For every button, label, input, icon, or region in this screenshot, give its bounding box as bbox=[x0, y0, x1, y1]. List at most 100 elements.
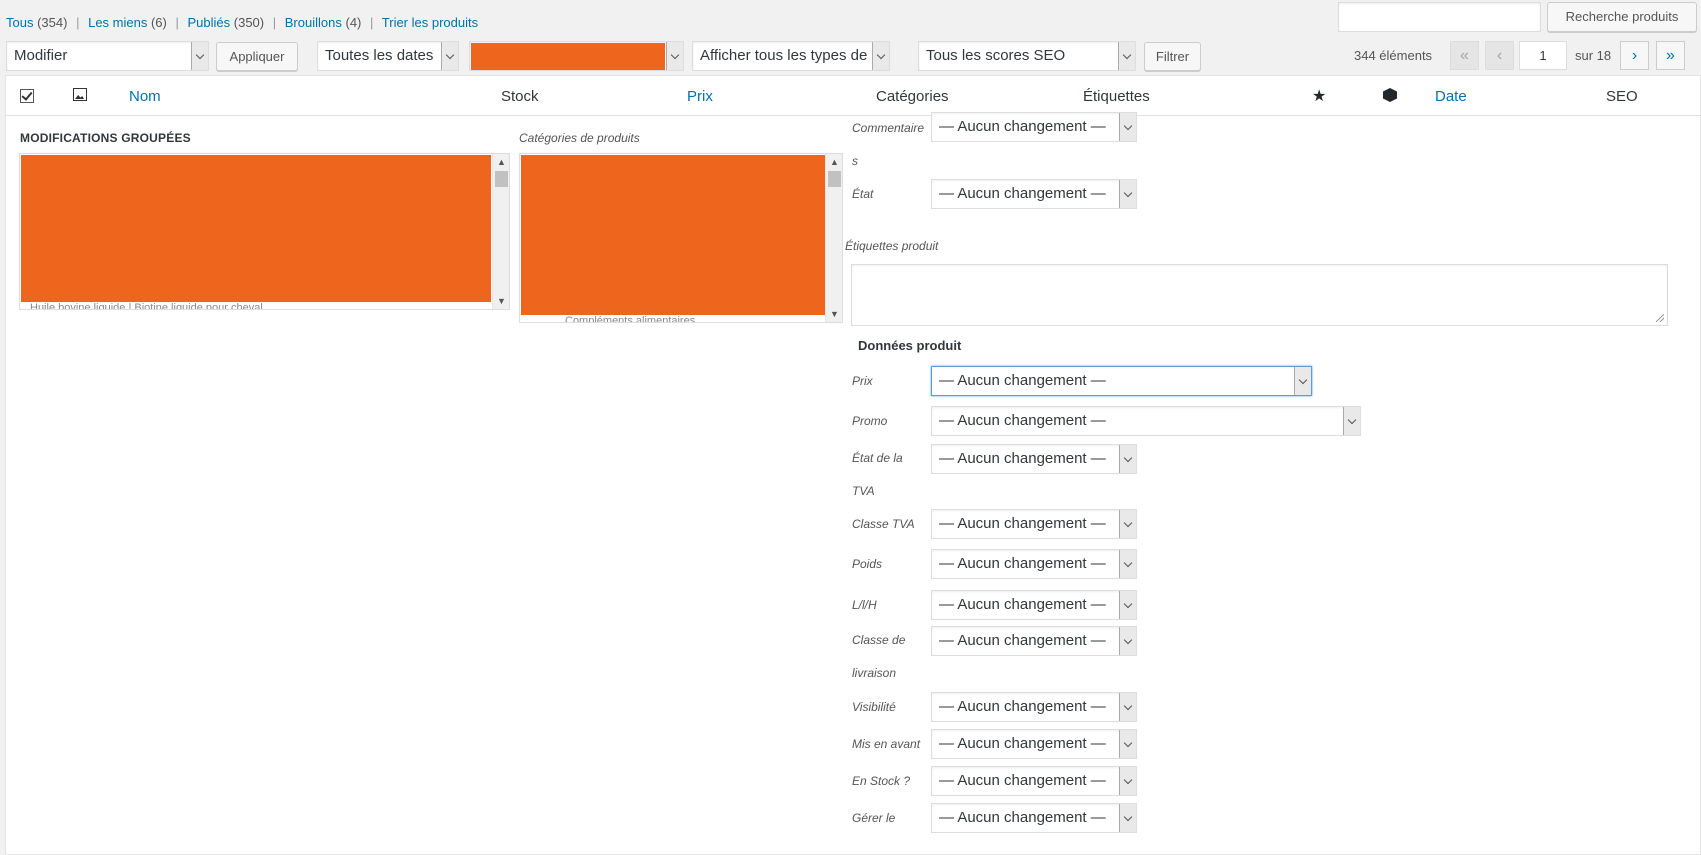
date-filter-value: Toutes les dates bbox=[325, 47, 434, 64]
visibility-select[interactable]: — Aucun changement — bbox=[931, 692, 1137, 722]
chevron-down-icon bbox=[1119, 180, 1136, 208]
chevron-down-icon bbox=[1119, 767, 1136, 795]
product-categories-label: Catégories de produits bbox=[519, 131, 640, 145]
shipping-class-label-line1: Classe de bbox=[852, 633, 906, 647]
sale-select[interactable]: — Aucun changement — bbox=[931, 406, 1361, 436]
chevron-down-icon bbox=[1119, 445, 1136, 473]
redacted-product-list bbox=[21, 155, 491, 302]
featured-select[interactable]: — Aucun changement — bbox=[931, 729, 1137, 759]
resize-grip-icon[interactable] bbox=[1656, 314, 1664, 322]
categories-scrollbar[interactable]: ▲ ▼ bbox=[825, 154, 842, 322]
chevron-down-icon bbox=[1119, 627, 1136, 655]
select-all-checkbox[interactable] bbox=[20, 89, 34, 103]
chevron-down-icon bbox=[666, 42, 683, 70]
product-tags-textarea[interactable] bbox=[851, 264, 1668, 326]
chevron-down-icon bbox=[872, 42, 889, 70]
chevron-down-icon bbox=[1294, 367, 1311, 395]
search-products-button[interactable]: Recherche produits bbox=[1547, 2, 1697, 32]
redacted-category-value bbox=[471, 43, 665, 70]
scroll-down-icon[interactable]: ▼ bbox=[493, 293, 509, 309]
last-page-button[interactable]: » bbox=[1656, 41, 1685, 70]
column-stock: Stock bbox=[501, 88, 539, 105]
dimensions-select[interactable]: — Aucun changement — bbox=[931, 590, 1137, 620]
separator: | bbox=[76, 15, 80, 30]
view-published-count: (350) bbox=[233, 15, 265, 30]
chevron-down-icon bbox=[1119, 113, 1136, 141]
search-input[interactable] bbox=[1338, 2, 1541, 32]
scroll-down-icon[interactable]: ▼ bbox=[826, 306, 842, 322]
items-count: 344 éléments bbox=[1354, 48, 1433, 63]
seo-score-filter-value: Tous les scores SEO bbox=[926, 47, 1066, 64]
chevron-down-icon bbox=[1119, 804, 1136, 832]
apply-button[interactable]: Appliquer bbox=[216, 42, 298, 71]
visibility-label: Visibilité bbox=[852, 700, 896, 714]
column-date[interactable]: Date bbox=[1435, 88, 1467, 105]
shipping-class-label: Classe de livraison bbox=[852, 624, 905, 690]
seo-score-filter-select[interactable]: Tous les scores SEO bbox=[918, 41, 1136, 71]
product-list-peek: Huile bovine liquide | Biotine liquide p… bbox=[30, 302, 263, 309]
product-tags-label: Étiquettes produit bbox=[845, 239, 939, 253]
column-seo: SEO bbox=[1606, 88, 1638, 105]
next-page-button[interactable]: › bbox=[1620, 41, 1649, 70]
scroll-up-icon[interactable]: ▲ bbox=[493, 154, 509, 170]
selected-products-list[interactable]: Huile bovine liquide | Biotine liquide p… bbox=[19, 153, 510, 310]
in-stock-value: — Aucun changement — bbox=[939, 772, 1106, 789]
view-drafts-count: (4) bbox=[345, 15, 362, 30]
status-label: État bbox=[852, 187, 874, 201]
separator: | bbox=[175, 15, 179, 30]
comments-label: Commentaire s bbox=[852, 112, 924, 178]
sale-label: Promo bbox=[852, 414, 888, 428]
product-type-filter-select[interactable]: Afficher tous les types de pro bbox=[692, 41, 890, 71]
comments-select[interactable]: — Aucun changement — bbox=[931, 112, 1137, 142]
featured-star-icon: ★ bbox=[1312, 88, 1327, 105]
view-all-link[interactable]: Tous bbox=[6, 15, 33, 30]
column-name[interactable]: Nom bbox=[129, 88, 161, 105]
tax-status-label: État de la TVA bbox=[852, 442, 903, 508]
manage-stock-select[interactable]: — Aucun changement — bbox=[931, 803, 1137, 833]
scroll-thumb[interactable] bbox=[495, 171, 508, 187]
sort-products-link[interactable]: Trier les produits bbox=[382, 15, 478, 30]
weight-label: Poids bbox=[852, 557, 883, 571]
column-price[interactable]: Prix bbox=[687, 88, 713, 105]
current-page-input[interactable]: 1 bbox=[1519, 41, 1567, 70]
date-filter-select[interactable]: Toutes les dates bbox=[317, 41, 459, 71]
shipping-class-label-line2: livraison bbox=[852, 666, 897, 680]
prev-page-button[interactable]: ‹ bbox=[1485, 41, 1514, 70]
view-drafts-link[interactable]: Brouillons bbox=[285, 15, 342, 30]
visibility-value: — Aucun changement — bbox=[939, 698, 1106, 715]
category-filter-select[interactable] bbox=[469, 41, 684, 71]
redacted-category-list bbox=[521, 155, 826, 315]
product-categories-checklist[interactable]: Compléments alimentaires ▲ ▼ bbox=[519, 153, 843, 323]
scroll-thumb[interactable] bbox=[828, 171, 841, 187]
chevron-down-icon bbox=[1119, 693, 1136, 721]
in-stock-select[interactable]: — Aucun changement — bbox=[931, 766, 1137, 796]
price-select[interactable]: — Aucun changement — bbox=[931, 366, 1312, 396]
tax-class-value: — Aucun changement — bbox=[939, 515, 1106, 532]
products-table: Nom Stock Prix Catégories Étiquettes ★ D… bbox=[5, 75, 1701, 855]
image-icon bbox=[73, 88, 87, 101]
tax-status-select[interactable]: — Aucun changement — bbox=[931, 444, 1137, 474]
featured-value: — Aucun changement — bbox=[939, 735, 1106, 752]
bulk-action-select[interactable]: Modifier bbox=[6, 41, 209, 71]
chevron-down-icon bbox=[1343, 407, 1360, 435]
first-page-button[interactable]: « bbox=[1450, 41, 1479, 70]
view-published-link[interactable]: Publiés bbox=[188, 15, 231, 30]
weight-select[interactable]: — Aucun changement — bbox=[931, 549, 1137, 579]
chevron-down-icon bbox=[191, 42, 208, 70]
scroll-up-icon[interactable]: ▲ bbox=[826, 154, 842, 170]
column-categories: Catégories bbox=[876, 88, 949, 105]
tax-class-select[interactable]: — Aucun changement — bbox=[931, 509, 1137, 539]
chevron-down-icon bbox=[1119, 550, 1136, 578]
list-scrollbar[interactable]: ▲ ▼ bbox=[492, 154, 509, 309]
tax-class-label: Classe TVA bbox=[852, 517, 915, 531]
filter-button[interactable]: Filtrer bbox=[1144, 42, 1201, 71]
status-select[interactable]: — Aucun changement — bbox=[931, 179, 1137, 209]
manage-stock-value: — Aucun changement — bbox=[939, 809, 1106, 826]
sale-value: — Aucun changement — bbox=[939, 412, 1106, 429]
view-mine-link[interactable]: Les miens bbox=[88, 15, 147, 30]
category-list-peek: Compléments alimentaires bbox=[565, 315, 696, 322]
table-header: Nom Stock Prix Catégories Étiquettes ★ D… bbox=[6, 76, 1700, 116]
shipping-class-select[interactable]: — Aucun changement — bbox=[931, 626, 1137, 656]
tax-status-label-line1: État de la bbox=[852, 451, 903, 465]
cube-icon bbox=[1383, 88, 1397, 102]
